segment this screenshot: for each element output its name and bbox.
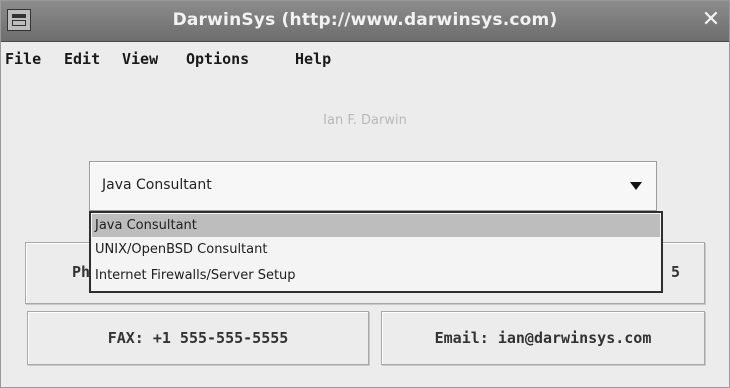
- dropdown-option-firewalls[interactable]: Internet Firewalls/Server Setup: [92, 264, 660, 287]
- phone-button-label-end: 5: [670, 263, 680, 281]
- fax-button[interactable]: FAX: +1 555-555-5555: [27, 311, 369, 365]
- combo-dropdown-list: Java Consultant UNIX/OpenBSD Consultant …: [89, 211, 663, 293]
- menu-view[interactable]: View: [122, 50, 158, 68]
- menu-help[interactable]: Help: [295, 50, 331, 68]
- menu-file[interactable]: File: [5, 50, 41, 68]
- chevron-down-icon[interactable]: [630, 182, 642, 190]
- email-button-label: Email: ian@darwinsys.com: [434, 329, 652, 347]
- name-label: Ian F. Darwin: [323, 113, 407, 128]
- menu-options[interactable]: Options: [186, 50, 249, 68]
- app-window: DarwinSys (http://www.darwinsys.com) ✕ F…: [0, 0, 730, 388]
- dropdown-option-java[interactable]: Java Consultant: [92, 214, 660, 237]
- role-combobox[interactable]: Java Consultant: [89, 161, 657, 211]
- title-bar[interactable]: DarwinSys (http://www.darwinsys.com) ✕: [1, 1, 729, 42]
- email-button[interactable]: Email: ian@darwinsys.com: [381, 311, 705, 365]
- window-title: DarwinSys (http://www.darwinsys.com): [172, 10, 558, 30]
- menu-bar: File Edit View Options Help: [1, 42, 729, 72]
- fax-button-label: FAX: +1 555-555-5555: [107, 329, 289, 347]
- close-icon[interactable]: ✕: [697, 7, 725, 33]
- menu-edit[interactable]: Edit: [64, 50, 100, 68]
- phone-button-label-start: Ph: [72, 263, 91, 281]
- dropdown-option-unix[interactable]: UNIX/OpenBSD Consultant: [92, 238, 660, 261]
- combo-selected-value: Java Consultant: [102, 177, 212, 193]
